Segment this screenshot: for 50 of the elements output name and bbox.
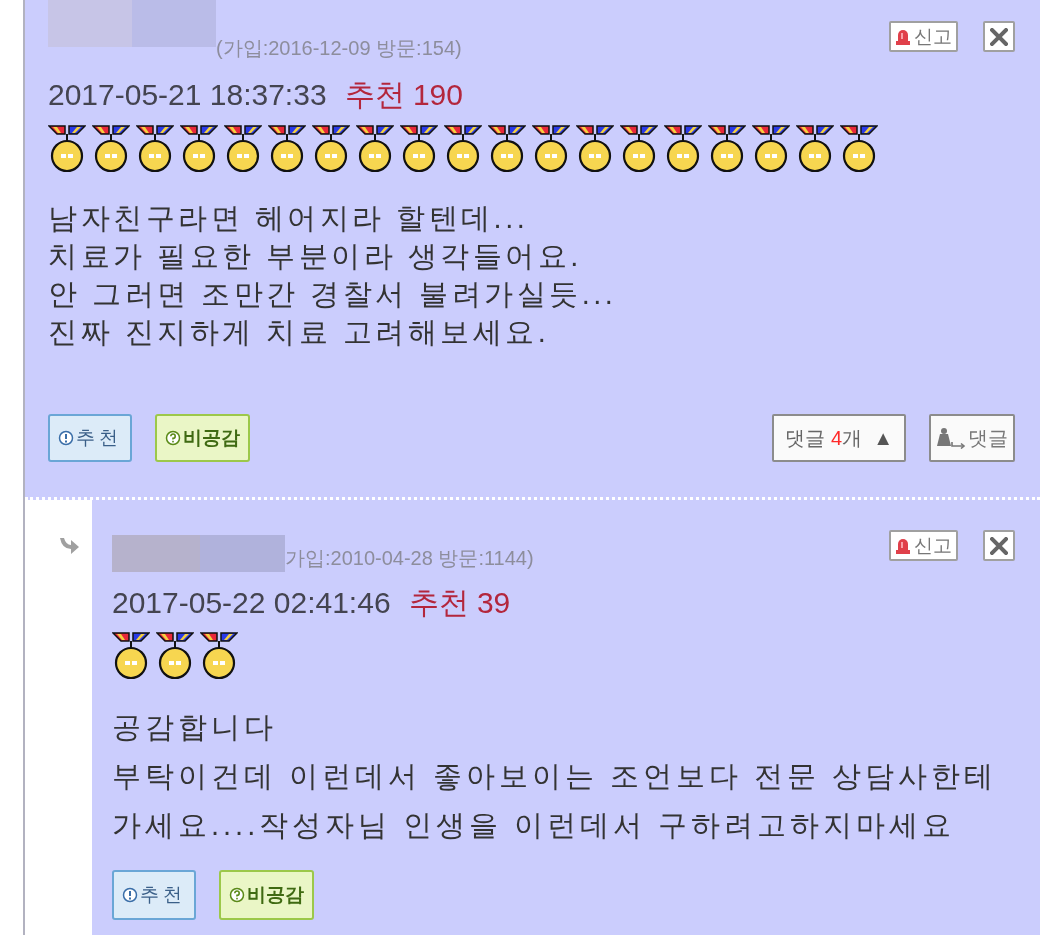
medal-icon bbox=[664, 125, 702, 173]
report-button[interactable]: 신고 bbox=[889, 530, 958, 561]
disagree-button[interactable]: 비공감 bbox=[155, 414, 250, 462]
question-icon bbox=[229, 887, 245, 903]
siren-icon bbox=[895, 27, 911, 46]
medal-icon bbox=[268, 125, 306, 173]
recommend-button[interactable]: 추천 bbox=[112, 870, 196, 920]
recommend-count: 추천 190 bbox=[344, 78, 463, 112]
medal-icon bbox=[200, 632, 238, 680]
medal-icon bbox=[136, 125, 174, 173]
exclamation-icon bbox=[58, 430, 74, 446]
medal-icon bbox=[180, 125, 218, 173]
join-info: 가입:2010-04-28 방문:1144) bbox=[285, 546, 534, 570]
recommend-button[interactable]: 추천 bbox=[48, 414, 132, 462]
disagree-button[interactable]: 비공감 bbox=[219, 870, 314, 920]
replies-toggle[interactable]: 댓글 4개 ▲ bbox=[772, 414, 906, 462]
medal-icon bbox=[752, 125, 790, 173]
close-button[interactable] bbox=[983, 21, 1015, 52]
medal-icon bbox=[840, 125, 878, 173]
medal-icon bbox=[488, 125, 526, 173]
comment-text: 공감합니다 부탁이건데 이런데서 좋아보이는 조언보다 전문 상담사한테 가세요....작성자님 인생을 이런데서 구하려고하지마세요 bbox=[111, 710, 999, 843]
medal-icon bbox=[400, 125, 438, 173]
medal-icon bbox=[312, 125, 350, 173]
medal-icon bbox=[224, 125, 262, 173]
exclamation-icon bbox=[122, 887, 138, 903]
medal-icon bbox=[112, 632, 150, 680]
close-button[interactable] bbox=[983, 530, 1015, 561]
person-arrow-icon bbox=[936, 427, 966, 449]
medal-icon bbox=[156, 632, 194, 680]
close-icon bbox=[990, 27, 1008, 46]
question-icon bbox=[165, 430, 181, 446]
medal-icon bbox=[444, 125, 482, 173]
medal-icon bbox=[92, 125, 130, 173]
medal-icon bbox=[48, 125, 86, 173]
medal-icon bbox=[620, 125, 658, 173]
post-datetime: 2017-05-21 18:37:33 bbox=[48, 78, 327, 112]
close-icon bbox=[990, 536, 1008, 555]
medal-icon bbox=[532, 125, 570, 173]
comment-text: 남자친구라면 헤어지라 할텐데... 치료가 필요한 부분이라 생각들어요. 안 그러면 조만간 경찰서 불려가실듯... 진짜 진지하게 치료 고려해보세요. bbox=[47, 201, 618, 350]
report-button[interactable]: 신고 bbox=[889, 21, 958, 52]
join-info: (가입:2016-12-09 방문:154) bbox=[216, 36, 462, 60]
reply-button[interactable]: 댓글 bbox=[929, 414, 1015, 462]
recommend-count: 추천 39 bbox=[408, 586, 511, 620]
medal-icon bbox=[796, 125, 834, 173]
medal-icon bbox=[576, 125, 614, 173]
medal-icon bbox=[356, 125, 394, 173]
reply-arrow-icon bbox=[58, 537, 80, 555]
medal-icon bbox=[708, 125, 746, 173]
siren-icon bbox=[895, 536, 911, 555]
post-datetime: 2017-05-22 02:41:46 bbox=[112, 586, 391, 620]
